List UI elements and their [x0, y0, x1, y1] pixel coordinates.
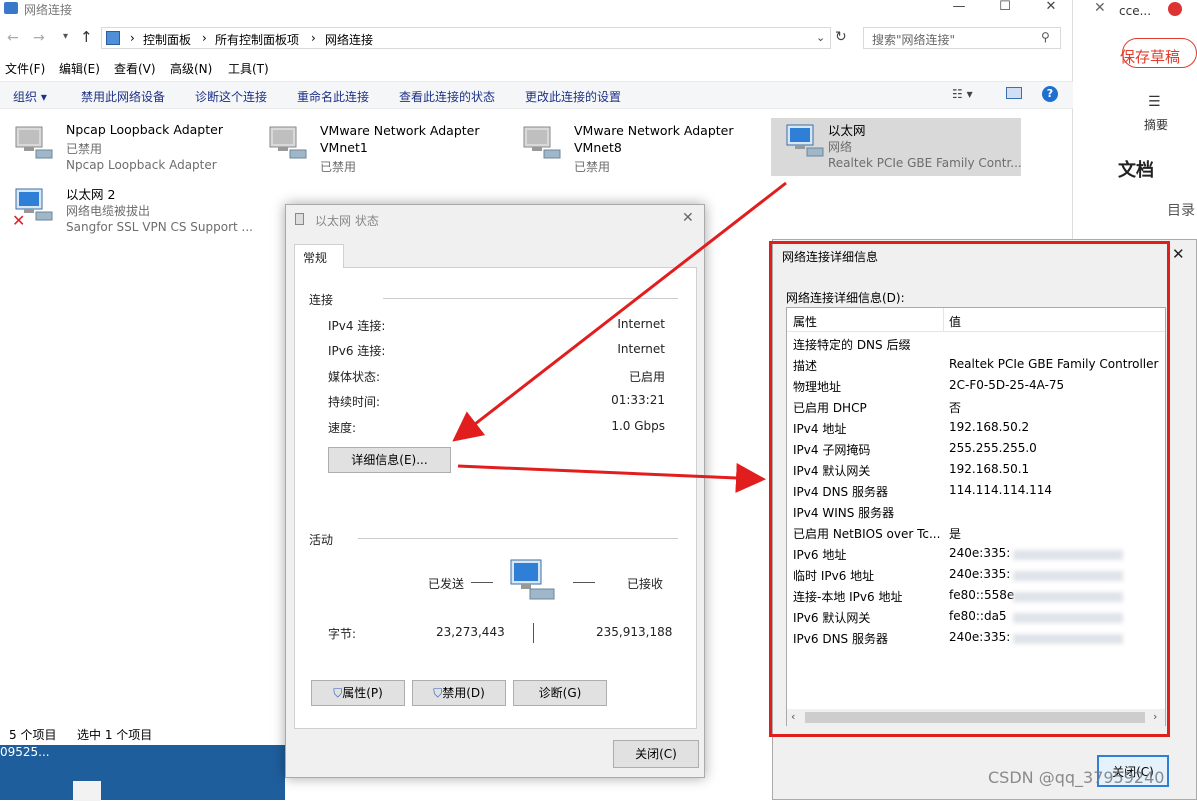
arrow-to-details-button [452, 181, 787, 442]
watermark: CSDN @qq_37959240 [988, 768, 1165, 787]
annotation-arrows [452, 181, 787, 493]
arrow-to-details-dialog [457, 462, 766, 493]
